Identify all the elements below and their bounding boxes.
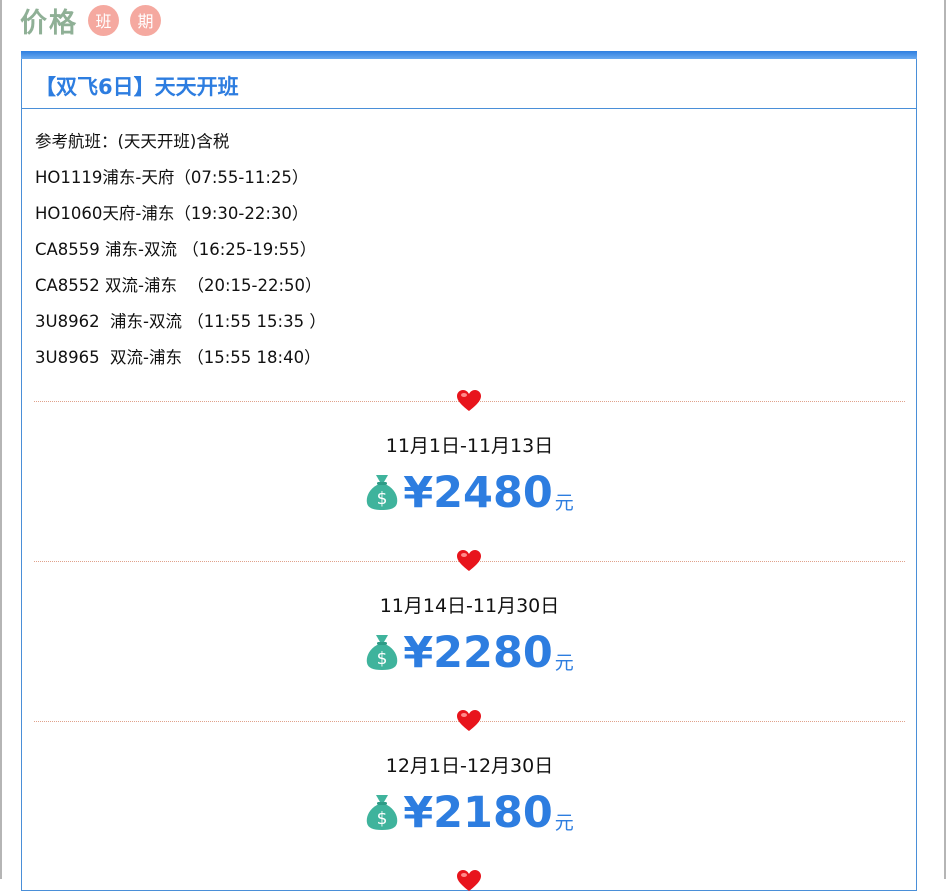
price-unit: 元 <box>554 812 574 834</box>
flight-item: CA8552 双流-浦东 （20:15-22:50） <box>35 276 322 295</box>
money-bag-icon: $ <box>365 793 399 831</box>
price-amount: ¥2180 <box>403 788 553 838</box>
price-amount: ¥2480 <box>403 468 553 518</box>
price-row: $ ¥2480 元 <box>34 469 905 517</box>
price-row: $ ¥2180 元 <box>34 789 905 837</box>
date-range: 11月1日-11月13日 <box>385 435 554 457</box>
heart-icon <box>456 869 482 893</box>
price-amount: ¥2280 <box>403 628 553 678</box>
flight-item: 3U8965 双流-浦东 （15:55 18:40） <box>35 348 321 367</box>
flight-item: HO1119浦东-天府（07:55-11:25） <box>35 168 309 187</box>
money-bag-icon: $ <box>365 633 399 671</box>
money-bag-icon: $ <box>365 473 399 511</box>
page-title: 价格 <box>20 7 78 39</box>
date-range: 12月1日-12月30日 <box>385 755 554 777</box>
flight-item: HO1060天府-浦东（19:30-22:30） <box>35 204 309 223</box>
flight-list: 参考航班：(天天开班)含税 HO1119浦东-天府（07:55-11:25） H… <box>35 127 326 379</box>
window-left-edge <box>0 0 2 879</box>
price-row: $ ¥2280 元 <box>34 629 905 677</box>
heart-icon <box>456 549 482 573</box>
price-unit: 元 <box>554 652 574 674</box>
price-unit: 元 <box>554 492 574 514</box>
card-top-bar <box>21 51 917 59</box>
svg-text:$: $ <box>377 489 388 509</box>
card-title: 【双飞6日】天天开班 <box>35 75 239 99</box>
section-header: 价格 班 期 <box>20 0 161 40</box>
tag-qi: 期 <box>130 4 161 36</box>
flight-item: 3U8962 浦东-双流 （11:55 15:35 ） <box>35 312 326 331</box>
date-range: 11月14日-11月30日 <box>379 595 560 617</box>
svg-text:$: $ <box>377 649 388 669</box>
card-header: 【双飞6日】天天开班 <box>22 59 916 109</box>
flight-item: CA8559 浦东-双流 （16:25-19:55） <box>35 240 317 259</box>
svg-text:$: $ <box>377 809 388 829</box>
price-card: 【双飞6日】天天开班 参考航班：(天天开班)含税 HO1119浦东-天府（07:… <box>21 51 917 891</box>
flight-intro: 参考航班：(天天开班)含税 <box>35 132 230 151</box>
tag-ban: 班 <box>88 4 119 36</box>
heart-icon <box>456 709 482 733</box>
heart-icon <box>456 389 482 413</box>
